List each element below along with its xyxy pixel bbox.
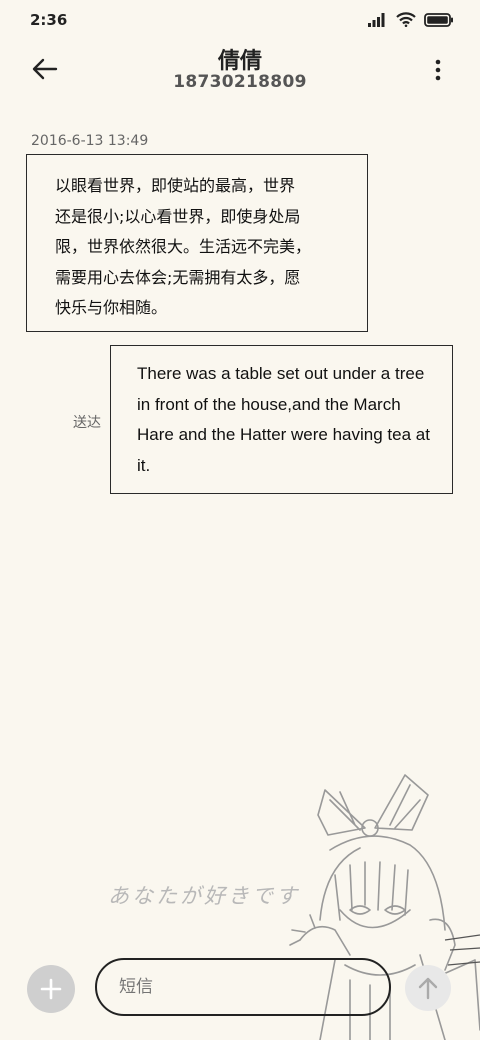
received-message-text: 以眼看世界，即使站的最高，世界 还是很小;以心看世界，即使身处局 限，世界依然很… bbox=[55, 176, 312, 317]
send-button[interactable] bbox=[405, 965, 451, 1011]
wallpaper-handwriting: あなたが好きです bbox=[108, 884, 300, 908]
contact-phone: 18730218809 bbox=[173, 72, 307, 92]
wifi-icon bbox=[396, 12, 416, 27]
message-timestamp: 2016-6-13 13:49 bbox=[31, 133, 149, 149]
sent-message-bubble[interactable]: There was a table set out under a tree i… bbox=[110, 345, 453, 494]
message-input[interactable] bbox=[119, 977, 359, 997]
conversation-header: 倩倩 18730218809 bbox=[0, 40, 480, 100]
received-message-bubble[interactable]: 以眼看世界，即使站的最高，世界 还是很小;以心看世界，即使身处局 限，世界依然很… bbox=[26, 154, 368, 332]
more-options-button[interactable] bbox=[434, 58, 442, 82]
battery-icon bbox=[424, 12, 453, 27]
add-attachment-button[interactable] bbox=[27, 965, 75, 1013]
contact-name: 倩倩 bbox=[217, 49, 262, 74]
plus-icon bbox=[40, 978, 62, 1000]
arrow-up-icon bbox=[418, 977, 438, 1000]
delivery-status: 送达 bbox=[73, 415, 101, 431]
status-bar: 2:36 bbox=[0, 0, 480, 40]
status-icons bbox=[368, 12, 454, 27]
message-composer[interactable] bbox=[95, 958, 391, 1016]
more-vertical-icon bbox=[435, 59, 441, 81]
status-time: 2:36 bbox=[30, 11, 68, 29]
sent-message-text: There was a table set out under a tree i… bbox=[137, 364, 430, 475]
signal-icon bbox=[368, 12, 385, 27]
